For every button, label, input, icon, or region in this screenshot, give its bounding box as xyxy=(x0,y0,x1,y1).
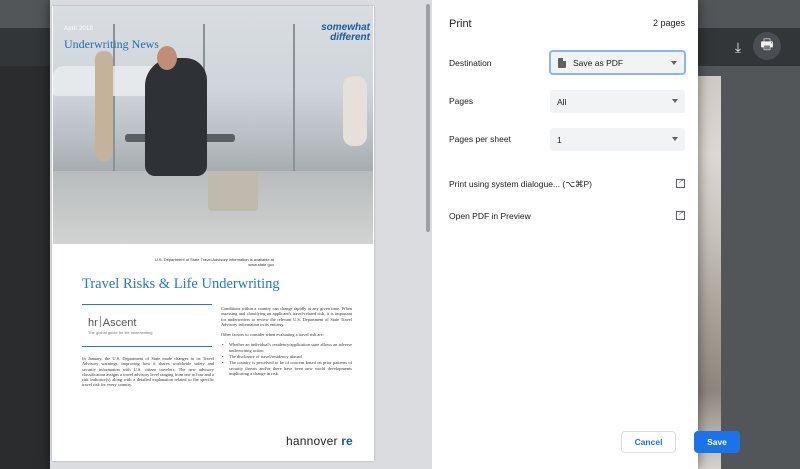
pages-value: All xyxy=(557,96,567,107)
brand-tagline: somewhat different xyxy=(308,23,370,43)
print-preview-pane: April 2018 Underwriting News somewhat di… xyxy=(50,0,424,469)
pages-per-sheet-select[interactable]: 1 xyxy=(550,128,685,151)
article-column-right: Conditions within a country can change r… xyxy=(221,306,352,377)
viewer-page-peek xyxy=(697,76,721,469)
preview-scrollbar[interactable] xyxy=(424,0,432,469)
hr-ascent-logo: hr Ascent xyxy=(88,316,136,329)
page-count: 2 pages xyxy=(652,18,685,28)
destination-select[interactable]: Save as PDF xyxy=(550,51,685,74)
system-dialog-text: Print using system dialogue... (⌥⌘P) xyxy=(449,179,593,189)
print-dialog: April 2018 Underwriting News somewhat di… xyxy=(50,0,740,469)
paragraph: Other factors to consider when evaluatin… xyxy=(221,332,325,338)
logo-name-text: Ascent xyxy=(102,317,137,329)
bullet-list: Whether an individual's residency/applic… xyxy=(222,342,352,376)
pages-label: Pages xyxy=(449,96,474,106)
logo-tagline: The global guide for life underwriting xyxy=(88,330,153,335)
cancel-button[interactable]: Cancel xyxy=(621,431,676,453)
dialog-title: Print xyxy=(449,18,472,30)
print-button[interactable]: 🖶 xyxy=(753,32,781,60)
bullet-item: The disclosure of travel/residency abroa… xyxy=(222,354,352,360)
pages-select[interactable]: All xyxy=(550,90,685,113)
chevron-down-icon xyxy=(672,99,678,103)
newsletter-heading: Underwriting News xyxy=(64,37,159,51)
document-icon xyxy=(558,57,566,68)
paragraph: Conditions within a country can change r… xyxy=(221,306,352,327)
save-button[interactable]: Save xyxy=(694,431,740,453)
print-icon: 🖶 xyxy=(760,36,774,52)
bullet-item: Whether an individual's residency/applic… xyxy=(222,342,352,353)
external-link-icon xyxy=(676,209,685,220)
chevron-down-icon xyxy=(671,61,677,65)
advisory-note: U.S. Department of State Travel Advisory… xyxy=(154,257,274,267)
external-link-icon xyxy=(676,177,685,188)
logo-brand: hannover xyxy=(286,434,338,448)
destination-value: Save as PDF xyxy=(573,57,624,68)
bullet-item: The country is perceived to be of concer… xyxy=(222,360,352,376)
chevron-down-icon xyxy=(672,137,678,141)
print-settings-panel: Print 2 pages Destination Save as PDF Pa… xyxy=(432,0,740,469)
tagline-line-2: different xyxy=(330,32,370,43)
open-pdf-text: Open PDF in Preview xyxy=(449,211,531,221)
divider xyxy=(82,304,212,305)
pages-per-sheet-label: Pages per sheet xyxy=(449,134,511,144)
destination-label: Destination xyxy=(449,58,492,68)
viewer-left-strip xyxy=(0,28,50,469)
logo-suffix: re xyxy=(341,434,353,448)
article-column-left: In January, the U.S. Department of State… xyxy=(82,356,214,388)
hannover-re-logo: hannover re xyxy=(286,434,353,448)
pages-per-sheet-value: 1 xyxy=(557,134,562,145)
article-title: Travel Risks & Life Underwriting xyxy=(82,276,280,292)
logo-hr-text: hr xyxy=(88,317,98,329)
system-dialog-link[interactable]: Print using system dialogue... (⌥⌘P) xyxy=(449,177,685,190)
divider xyxy=(82,346,212,347)
open-pdf-preview-link[interactable]: Open PDF in Preview xyxy=(449,209,685,221)
issue-date: April 2018 xyxy=(64,26,94,32)
preview-page: April 2018 Underwriting News somewhat di… xyxy=(52,6,374,461)
download-icon[interactable]: ⤓ xyxy=(727,36,749,58)
